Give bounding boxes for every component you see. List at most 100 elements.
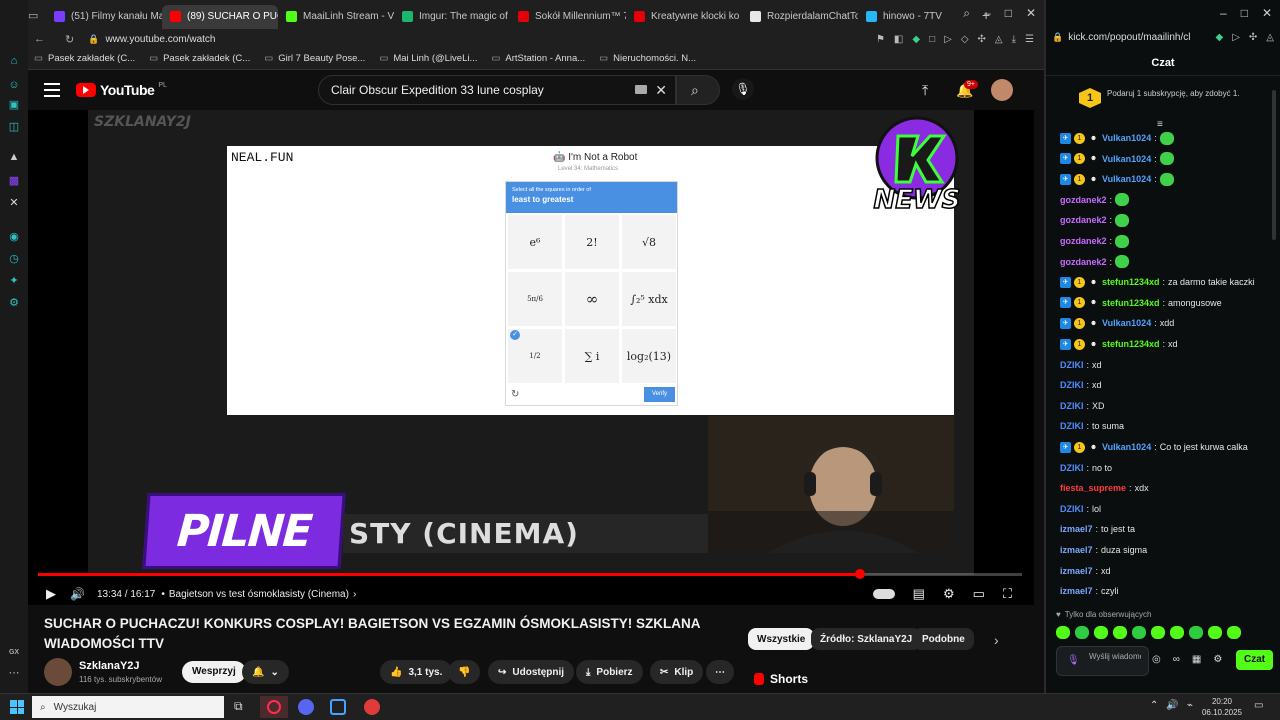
chevron-right-icon[interactable]: ›: [353, 589, 356, 600]
microphone-icon[interactable]: 🎙: [1067, 655, 1080, 666]
chip-related[interactable]: Podobne: [913, 628, 974, 650]
channel-avatar[interactable]: [44, 658, 72, 686]
gx-icon[interactable]: GX: [7, 646, 21, 660]
chat-message[interactable]: ✈ 1 ☻ Vulkan1024:: [1060, 172, 1174, 186]
youtube-logo[interactable]: YouTube PL: [76, 82, 167, 98]
chip-all[interactable]: Wszystkie: [748, 628, 815, 650]
task-view-icon[interactable]: ⧉: [234, 699, 243, 714]
minimize-icon[interactable]: –: [984, 6, 991, 21]
maps-icon[interactable]: ◫: [7, 120, 21, 134]
download-icon[interactable]: ⤓: [1012, 34, 1016, 45]
emote-icon[interactable]: [1075, 626, 1089, 639]
verify-button[interactable]: Verify: [644, 387, 675, 402]
play-icon[interactable]: ▷: [1232, 32, 1240, 43]
bookmark-item[interactable]: ▭ Nieruchomości. N...: [599, 53, 696, 64]
play-icon[interactable]: ▷: [944, 34, 952, 45]
clock[interactable]: 20:20 06.10.2025: [1200, 696, 1244, 718]
chat-message[interactable]: izmael7: xd: [1060, 564, 1111, 578]
send-chat-button[interactable]: Czat: [1236, 650, 1274, 670]
chat-message[interactable]: DZIKI: to suma: [1060, 419, 1124, 433]
xbox-taskbar-icon[interactable]: [330, 699, 346, 715]
search-input[interactable]: Clair Obscur Expedition 33 lune cosplay …: [318, 75, 676, 105]
volume-icon[interactable]: 🔊: [70, 587, 85, 601]
chat-username[interactable]: DZIKI: [1060, 401, 1084, 411]
chat-message[interactable]: DZIKI: xd: [1060, 358, 1102, 372]
browser-tab[interactable]: (89) SUCHAR O PUCHAC: [162, 4, 278, 29]
minimize-icon[interactable]: –: [1220, 6, 1227, 20]
theater-mode-icon[interactable]: ▭: [973, 586, 985, 602]
chat-username[interactable]: stefun1234xd: [1102, 277, 1160, 287]
chip-source[interactable]: Źródło: SzklanaY2J: [811, 628, 922, 650]
browser-tab[interactable]: RozpierdalamChatTo: [742, 5, 858, 29]
progress-bar[interactable]: [38, 569, 1022, 579]
close-icon[interactable]: ✕: [1262, 6, 1272, 20]
bookmark-icon[interactable]: ⚑: [876, 34, 885, 45]
play-button[interactable]: ▶: [46, 586, 56, 602]
subtitles-icon[interactable]: ▤: [913, 586, 925, 602]
chat-username[interactable]: Vulkan1024: [1102, 154, 1151, 164]
shield-icon[interactable]: ◆: [1216, 32, 1224, 43]
more-icon[interactable]: ⋯: [7, 666, 21, 680]
chat-username[interactable]: gozdanek2: [1060, 236, 1107, 246]
chat-message[interactable]: izmael7: to jest ta: [1060, 522, 1135, 536]
search-button[interactable]: ⌕: [676, 75, 720, 105]
clear-search-icon[interactable]: ✕: [655, 82, 667, 99]
chat-message[interactable]: DZIKI: XD: [1060, 399, 1105, 413]
captcha-cell[interactable]: log₂(13): [622, 329, 676, 383]
shield-icon[interactable]: ◆: [912, 34, 920, 45]
windows-start-icon[interactable]: [10, 700, 24, 714]
browser-tab[interactable]: MaaiLinh Stream - V: [278, 5, 394, 29]
twitch-icon[interactable]: ▩: [7, 174, 21, 188]
emote-icon[interactable]: [1056, 626, 1070, 639]
clip-button[interactable]: ✂ Klip: [650, 660, 704, 684]
subscribe-bell-button[interactable]: 🔔 ⌄: [242, 660, 289, 684]
chat-message[interactable]: ✈ 1 ☻ Vulkan1024: xdd: [1060, 316, 1174, 330]
emote-icon[interactable]: [1151, 626, 1165, 639]
play-circle-icon[interactable]: ◉: [7, 230, 21, 244]
chat-message[interactable]: ✈ 1 ☻ stefun1234xd: za darmo takie kaczki: [1060, 275, 1255, 289]
back-icon[interactable]: ←: [34, 33, 45, 45]
chat-username[interactable]: Vulkan1024: [1102, 442, 1151, 452]
emote-icon[interactable]: [1170, 626, 1184, 639]
chapter-title[interactable]: Bagietson vs test ósmoklasisty (Cinema): [169, 589, 349, 600]
support-button[interactable]: Wesprzyj: [182, 661, 246, 683]
puzzle-icon[interactable]: ✣: [978, 34, 986, 45]
video-player[interactable]: SZKLANAY2J NEAL.FUN 🤖 I'm Not a Robot Le…: [28, 110, 1034, 605]
browser-tab[interactable]: hinowo - 7TV: [858, 5, 974, 29]
infinity-icon[interactable]: ∞: [1173, 654, 1180, 665]
dislike-button[interactable]: 👎: [448, 660, 481, 684]
captcha-cell[interactable]: ∫₂⁵ xdx: [622, 272, 676, 326]
browser-tab[interactable]: Sokół Millennium™ 7: [510, 5, 626, 29]
chat-message[interactable]: gozdanek2:: [1060, 193, 1130, 207]
chat-message[interactable]: izmael7: duza sigma: [1060, 543, 1147, 557]
notifications-icon[interactable]: ▭: [1254, 700, 1263, 711]
captcha-cell[interactable]: ∑ i: [565, 329, 619, 383]
extension-icon[interactable]: ◧: [894, 34, 903, 45]
chat-message[interactable]: gozdanek2:: [1060, 234, 1130, 248]
chat-message[interactable]: ✈ 1 ☻ Vulkan1024:: [1060, 131, 1174, 145]
taskbar-search[interactable]: ⌕ Wyszukaj: [32, 696, 224, 718]
emote-icon[interactable]: [1208, 626, 1222, 639]
voice-search-icon[interactable]: 🎙: [732, 78, 754, 100]
chat-username[interactable]: stefun1234xd: [1102, 298, 1160, 308]
chat-username[interactable]: DZIKI: [1060, 504, 1084, 514]
chat-message[interactable]: fiesta_supreme: xdx: [1060, 481, 1149, 495]
emote-icon[interactable]: [1113, 626, 1127, 639]
chat-username[interactable]: izmael7: [1060, 586, 1093, 596]
chat-message[interactable]: DZIKI: xd: [1060, 378, 1102, 392]
reload-icon[interactable]: ↻: [65, 33, 74, 46]
chat-username[interactable]: DZIKI: [1060, 360, 1084, 370]
captcha-cell[interactable]: 5π/6: [508, 272, 562, 326]
chat-username[interactable]: fiesta_supreme: [1060, 483, 1126, 493]
chips-next-icon[interactable]: ›: [994, 632, 999, 648]
chat-username[interactable]: DZIKI: [1060, 421, 1084, 431]
address-url[interactable]: www.youtube.com/watch: [105, 34, 215, 45]
kick-icon[interactable]: ▲: [7, 150, 21, 164]
chat-message[interactable]: ✈ 1 ☻ stefun1234xd: amongusowe: [1060, 296, 1222, 310]
chat-username[interactable]: gozdanek2: [1060, 195, 1107, 205]
chat-username[interactable]: izmael7: [1060, 566, 1093, 576]
chat-message[interactable]: gozdanek2:: [1060, 255, 1130, 269]
x-icon[interactable]: ✕: [7, 196, 21, 210]
chat-message[interactable]: ✈ 1 ☻ stefun1234xd: xd: [1060, 337, 1178, 351]
bookmark-item[interactable]: ▭ ArtStation - Anna...: [491, 53, 585, 64]
